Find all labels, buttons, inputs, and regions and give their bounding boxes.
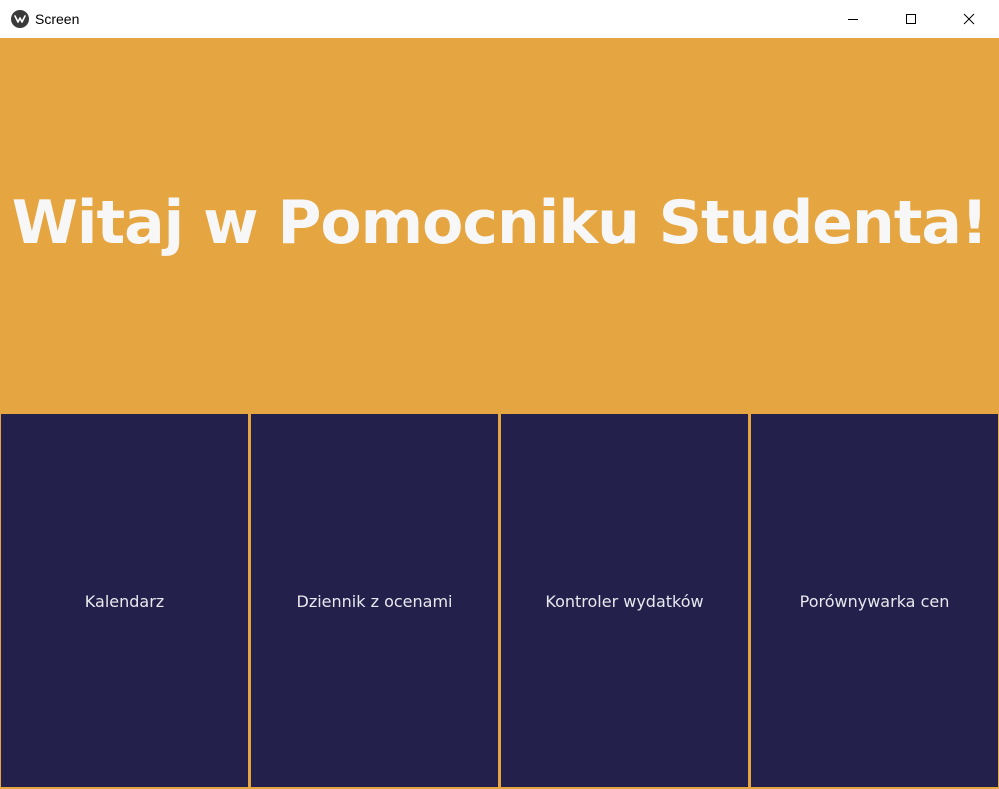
maximize-button[interactable] [882, 0, 940, 38]
expense-tracker-button[interactable]: Kontroler wydatków [501, 414, 748, 787]
page-title: Witaj w Pomocniku Studenta! [11, 187, 988, 258]
price-comparison-button-label: Porównywarka cen [799, 592, 950, 611]
price-comparison-button[interactable]: Porównywarka cen [751, 414, 998, 787]
kivy-logo-icon [11, 10, 29, 28]
window-title: Screen [35, 11, 80, 27]
calendar-button-label: Kalendarz [84, 592, 165, 611]
grade-journal-button[interactable]: Dziennik z ocenami [251, 414, 498, 787]
minimize-button[interactable] [824, 0, 882, 38]
grade-journal-button-label: Dziennik z ocenami [296, 592, 453, 611]
welcome-header: Witaj w Pomocniku Studenta! [0, 38, 999, 413]
maximize-icon [905, 10, 917, 29]
minimize-icon [847, 10, 859, 29]
app-window: Screen Witaj w Pomocniku Studenta! Kalen… [0, 0, 999, 789]
close-icon [963, 10, 975, 29]
title-bar[interactable]: Screen [0, 0, 999, 38]
nav-button-row: Kalendarz Dziennik z ocenami Kontroler w… [0, 413, 999, 789]
close-button[interactable] [940, 0, 998, 38]
expense-tracker-button-label: Kontroler wydatków [545, 592, 704, 611]
calendar-button[interactable]: Kalendarz [1, 414, 248, 787]
